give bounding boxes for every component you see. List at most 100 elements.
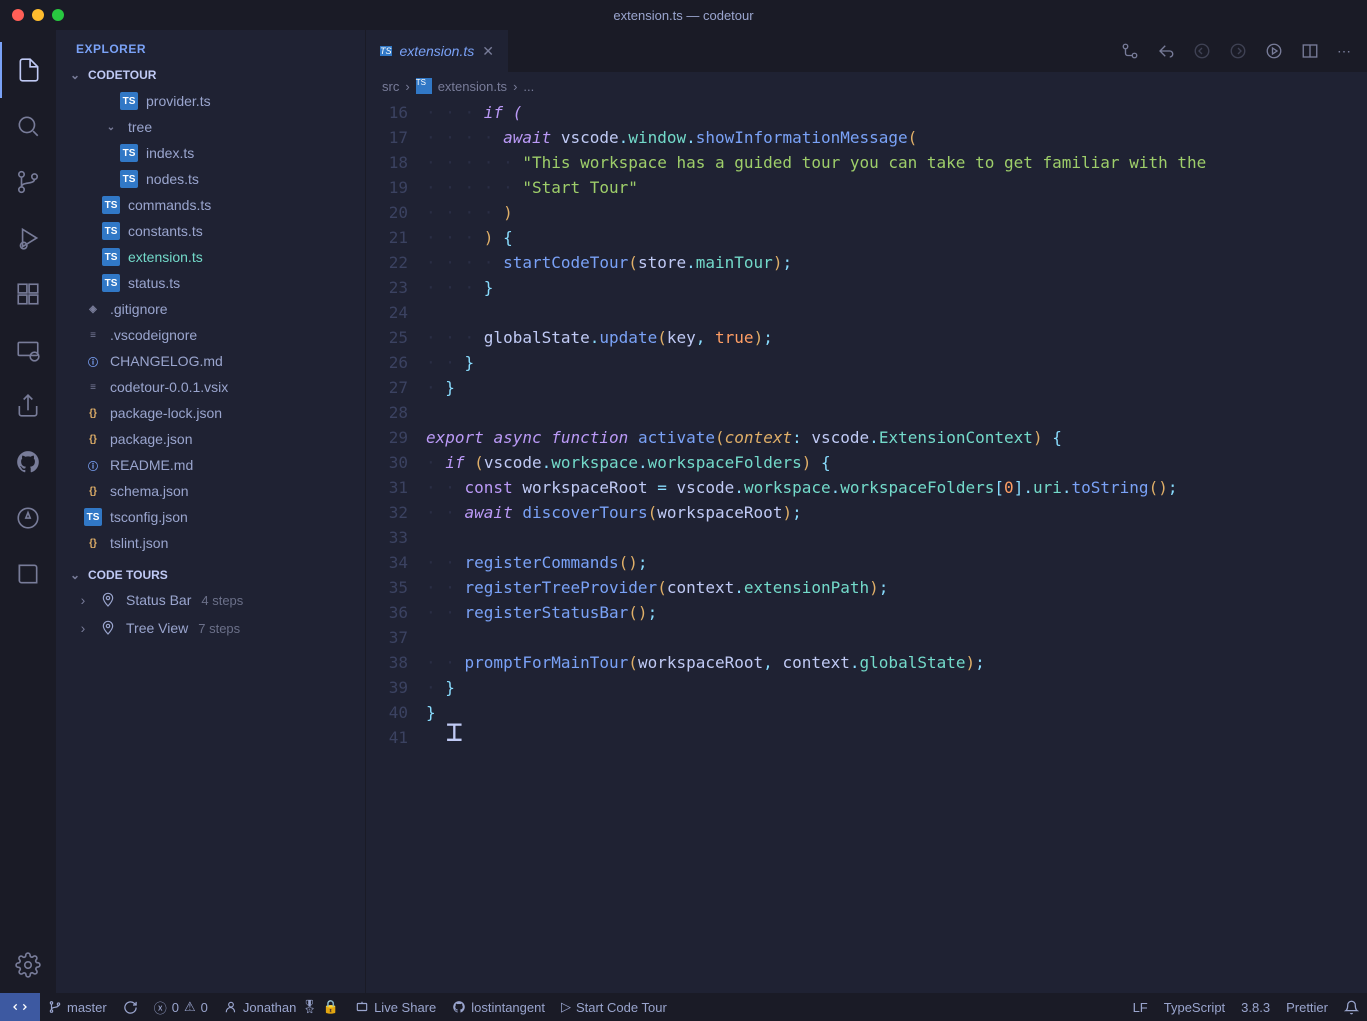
file-tree-item[interactable]: TScommands.ts bbox=[56, 192, 365, 218]
file-tree-item[interactable]: TSstatus.ts bbox=[56, 270, 365, 296]
file-name: tslint.json bbox=[110, 535, 168, 551]
liveshare-user[interactable]: Jonathan 🎖 🔒 bbox=[216, 993, 347, 1021]
start-tour-label: Start Code Tour bbox=[576, 1000, 667, 1015]
title-bar: extension.ts — codetour bbox=[0, 0, 1367, 30]
previous-change-icon[interactable] bbox=[1157, 42, 1175, 60]
prettier-status[interactable]: Prettier bbox=[1278, 993, 1336, 1021]
ts-version-label: 3.8.3 bbox=[1241, 1000, 1270, 1015]
tab-bar: TS extension.ts ✕ bbox=[366, 30, 1367, 72]
maximize-window-button[interactable] bbox=[52, 9, 64, 21]
editor-area: TS extension.ts ✕ bbox=[366, 30, 1367, 993]
notifications-button[interactable] bbox=[1336, 993, 1367, 1021]
search-tab[interactable] bbox=[0, 98, 56, 154]
bookmarks-tab[interactable] bbox=[0, 546, 56, 602]
git-branch-status[interactable]: master bbox=[40, 993, 115, 1021]
typescript-icon: TS bbox=[416, 78, 432, 94]
file-tree-item[interactable]: TSextension.ts bbox=[56, 244, 365, 270]
sync-icon bbox=[123, 1000, 138, 1015]
file-tree-item[interactable]: TSindex.ts bbox=[56, 140, 365, 166]
file-tree-item[interactable]: ⌄tree bbox=[56, 114, 365, 140]
settings-tab[interactable] bbox=[0, 937, 56, 993]
minimize-window-button[interactable] bbox=[32, 9, 44, 21]
activity-bar bbox=[0, 30, 56, 993]
github-tab[interactable] bbox=[0, 434, 56, 490]
tab-extension-ts[interactable]: TS extension.ts ✕ bbox=[366, 30, 509, 72]
workspace-header[interactable]: ⌄ CODETOUR bbox=[56, 64, 365, 86]
file-tree-item[interactable]: ⓘREADME.md bbox=[56, 452, 365, 478]
remote-indicator[interactable] bbox=[0, 993, 40, 1021]
package-icon: ≡ bbox=[84, 378, 102, 396]
file-tree-item[interactable]: ≡codetour-0.0.1.vsix bbox=[56, 374, 365, 400]
liveshare-button[interactable]: Live Share bbox=[347, 993, 444, 1021]
chevron-down-icon: ⌄ bbox=[102, 118, 120, 136]
tours-list: ›Status Bar4 steps›Tree View7 steps bbox=[56, 586, 365, 642]
file-tree-item[interactable]: {}package-lock.json bbox=[56, 400, 365, 426]
github-user: lostintangent bbox=[471, 1000, 545, 1015]
file-name: status.ts bbox=[128, 275, 180, 291]
nav-forward-icon[interactable] bbox=[1229, 42, 1247, 60]
file-name: CHANGELOG.md bbox=[110, 353, 223, 369]
file-tree-item[interactable]: {}package.json bbox=[56, 426, 365, 452]
ignore-icon: ≡ bbox=[84, 326, 102, 344]
sync-status[interactable] bbox=[115, 993, 146, 1021]
run-icon[interactable] bbox=[1265, 42, 1283, 60]
code-content[interactable]: · · · if (· · · · await vscode.window.sh… bbox=[426, 100, 1367, 993]
remote-explorer-tab[interactable] bbox=[0, 322, 56, 378]
medal-icon: 🎖 bbox=[301, 999, 318, 1015]
json-icon: {} bbox=[84, 430, 102, 448]
file-tree-item[interactable]: ≡.vscodeignore bbox=[56, 322, 365, 348]
file-name: nodes.ts bbox=[146, 171, 199, 187]
close-window-button[interactable] bbox=[12, 9, 24, 21]
extensions-tab[interactable] bbox=[0, 266, 56, 322]
liveshare-label: Live Share bbox=[374, 1000, 436, 1015]
json-icon: {} bbox=[84, 404, 102, 422]
file-tree-item[interactable]: TStsconfig.json bbox=[56, 504, 365, 530]
typescript-icon: TS bbox=[120, 170, 138, 188]
error-count: 0 bbox=[172, 1000, 179, 1015]
traffic-lights bbox=[12, 9, 64, 21]
explorer-tab[interactable] bbox=[0, 42, 56, 98]
debug-tab[interactable] bbox=[0, 210, 56, 266]
more-actions-icon[interactable]: ⋯ bbox=[1337, 43, 1351, 60]
file-tree-item[interactable]: ⓘCHANGELOG.md bbox=[56, 348, 365, 374]
breadcrumb-file[interactable]: extension.ts bbox=[438, 79, 507, 94]
window-title: extension.ts — codetour bbox=[613, 8, 753, 23]
file-tree-item[interactable]: {}tslint.json bbox=[56, 530, 365, 556]
location-icon bbox=[100, 620, 116, 636]
breadcrumb-symbol[interactable]: ... bbox=[523, 79, 534, 94]
file-tree-item[interactable]: ◈.gitignore bbox=[56, 296, 365, 322]
file-tree-item[interactable]: {}schema.json bbox=[56, 478, 365, 504]
prettier-label: Prettier bbox=[1286, 1000, 1328, 1015]
eol-status[interactable]: LF bbox=[1125, 993, 1156, 1021]
split-editor-icon[interactable] bbox=[1301, 42, 1319, 60]
breadcrumbs[interactable]: src › TS extension.ts › ... bbox=[366, 72, 1367, 100]
file-tree-item[interactable]: TSprovider.ts bbox=[56, 88, 365, 114]
ts-version-status[interactable]: 3.8.3 bbox=[1233, 993, 1278, 1021]
file-tree-item[interactable]: TS nodes.ts bbox=[56, 166, 365, 192]
typescript-icon: TS bbox=[102, 248, 120, 266]
book-icon bbox=[15, 561, 41, 587]
tour-item[interactable]: ›Status Bar4 steps bbox=[56, 586, 365, 614]
start-tour-button[interactable]: ▷ Start Code Tour bbox=[553, 993, 675, 1021]
code-tours-header[interactable]: ⌄ CODE TOURS bbox=[56, 564, 365, 586]
github-account[interactable]: lostintangent bbox=[444, 993, 553, 1021]
compare-changes-icon[interactable] bbox=[1121, 42, 1139, 60]
source-control-tab[interactable] bbox=[0, 154, 56, 210]
warning-count: 0 bbox=[201, 1000, 208, 1015]
nav-back-icon[interactable] bbox=[1193, 42, 1211, 60]
language-status[interactable]: TypeScript bbox=[1156, 993, 1233, 1021]
chevron-right-icon: › bbox=[405, 79, 409, 94]
codetour-tab[interactable] bbox=[0, 490, 56, 546]
code-editor[interactable]: 1617181920212223242526272829303132333435… bbox=[366, 100, 1367, 993]
close-tab-icon[interactable]: ✕ bbox=[482, 43, 494, 60]
typescript-icon: TS bbox=[380, 46, 392, 56]
tour-item[interactable]: ›Tree View7 steps bbox=[56, 614, 365, 642]
language-label: TypeScript bbox=[1164, 1000, 1225, 1015]
problems-status[interactable]: ⓧ 0 ⚠ 0 bbox=[146, 993, 216, 1021]
share-icon bbox=[15, 393, 41, 419]
line-numbers: 1617181920212223242526272829303132333435… bbox=[366, 100, 426, 993]
file-tree-item[interactable]: TSconstants.ts bbox=[56, 218, 365, 244]
liveshare-tab[interactable] bbox=[0, 378, 56, 434]
breadcrumb-src[interactable]: src bbox=[382, 79, 399, 94]
editor-actions: ⋯ bbox=[1121, 30, 1367, 72]
